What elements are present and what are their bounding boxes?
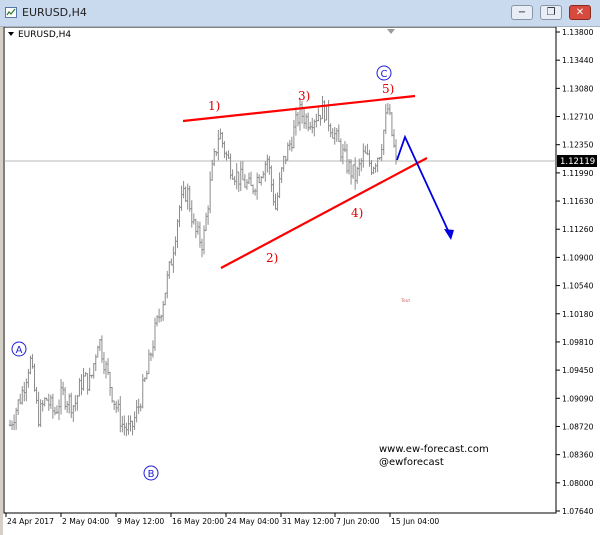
- time-tick-label: 2 May 04:00: [62, 517, 109, 526]
- title-bar[interactable]: EURUSD,H4 − ❐ ✕: [0, 0, 600, 27]
- price-tick-label: 1.09810: [562, 338, 594, 347]
- wave-label-1: 1): [208, 99, 220, 113]
- svg-text:C: C: [381, 69, 388, 80]
- time-tick-label: 31 May 12:00: [282, 517, 334, 526]
- current-price-tag: 1.12119: [557, 155, 597, 167]
- price-tick-label: 1.10900: [562, 253, 594, 262]
- price-tick-label: 1.12350: [562, 141, 594, 150]
- price-axis: 1.13800 1.13440 1.13080 1.12710 1.12350 1.119…: [556, 28, 594, 516]
- price-tick-label: 1.10180: [562, 310, 594, 319]
- time-axis: 24 Apr 2017 2 May 04:00 9 May 12:00 16 May …: [5, 513, 439, 526]
- close-button[interactable]: ✕: [569, 5, 591, 20]
- close-icon: ✕: [575, 7, 585, 18]
- wave-label-4: 4): [351, 206, 363, 220]
- wave-label-3: 3): [298, 89, 310, 103]
- time-tick-label: 24 May 04:00: [227, 517, 279, 526]
- time-tick-label: 9 May 12:00: [117, 517, 164, 526]
- minimize-icon: −: [517, 7, 527, 18]
- chart-window: EURUSD,H4 − ❐ ✕ EURUSD,H4 1.13800 1.13440…: [0, 0, 600, 535]
- chart-area[interactable]: EURUSD,H4 1.13800 1.13440 1.13080 1.12710 1.…: [3, 27, 600, 535]
- svg-text:B: B: [148, 469, 155, 480]
- watermark-site: www.ew-forecast.com: [379, 444, 489, 455]
- price-tick-label: 1.07640: [562, 507, 594, 516]
- time-tick-label: 16 May 20:00: [172, 517, 224, 526]
- time-tick-label: 15 Jun 04:00: [391, 517, 439, 526]
- restore-button[interactable]: ❐: [540, 5, 562, 20]
- restore-icon: ❐: [546, 7, 556, 18]
- price-tick-label: 1.13440: [562, 56, 594, 65]
- time-tick-label: 7 Jun 20:00: [336, 517, 380, 526]
- price-tick-label: 1.13080: [562, 84, 594, 93]
- price-tick-label: 1.09450: [562, 366, 594, 375]
- price-tick-label: 1.08000: [562, 479, 594, 488]
- price-tick-label: 1.11630: [562, 197, 594, 206]
- text-marker: Text: [400, 298, 410, 304]
- price-tick-label: 1.11260: [562, 225, 594, 234]
- minimize-button[interactable]: −: [511, 5, 533, 20]
- price-tick-label: 1.12710: [562, 113, 594, 122]
- chart-symbol-label: EURUSD,H4: [18, 30, 71, 40]
- wave-label-5: 5): [382, 82, 394, 96]
- time-tick-label: 24 Apr 2017: [7, 517, 54, 526]
- price-tick-label: 1.09090: [562, 394, 594, 403]
- svg-text:A: A: [16, 345, 23, 356]
- price-tick-label: 1.10540: [562, 282, 594, 291]
- watermark-handle: @ewforecast: [379, 457, 444, 468]
- current-price-value: 1.12119: [560, 157, 595, 167]
- price-tick-label: 1.08720: [562, 422, 594, 431]
- chart-app-icon: [5, 7, 17, 18]
- price-tick-label: 1.08360: [562, 451, 594, 460]
- price-chart[interactable]: EURUSD,H4 1.138001.134401.130801.127101.…: [3, 27, 600, 535]
- price-tick-label: 1.13800: [562, 28, 594, 37]
- plot-frame: [3, 27, 557, 514]
- price-tick-label: 1.11990: [562, 169, 594, 178]
- wave-label-2: 2): [266, 251, 278, 265]
- window-title: EURUSD,H4: [22, 6, 87, 19]
